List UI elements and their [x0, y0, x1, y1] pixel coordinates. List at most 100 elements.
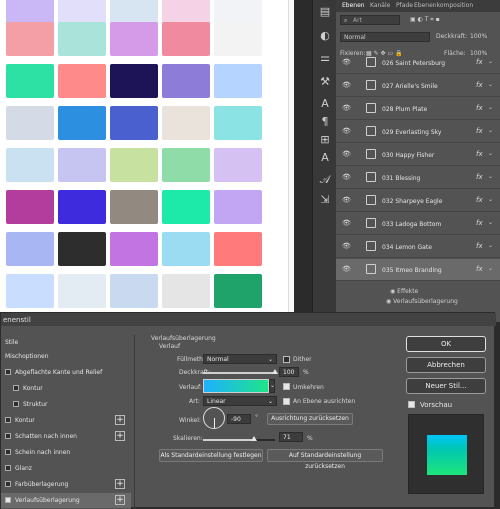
tab-layers[interactable]: Ebenen: [342, 2, 365, 9]
blend-select[interactable]: Normal ⌄: [203, 354, 277, 364]
gradient-swatch[interactable]: [58, 274, 106, 308]
sliders-icon[interactable]: ⚌: [317, 50, 333, 66]
ok-button[interactable]: OK: [406, 336, 486, 352]
layer-row[interactable]: 👁 031 Blessing fx ⌄: [336, 167, 500, 189]
gradient-swatch[interactable]: [6, 190, 54, 224]
reset-default-button[interactable]: Auf Standardeinstellung zurücksetzen: [267, 449, 383, 470]
paragraph-icon[interactable]: ¶: [317, 114, 333, 130]
gradient-swatch[interactable]: [214, 274, 262, 308]
gradient-swatch[interactable]: [6, 106, 54, 140]
gradient-swatch[interactable]: [214, 64, 262, 98]
style-checkbox[interactable]: [13, 401, 19, 407]
fx-icon[interactable]: fx: [476, 265, 483, 273]
opacity-slider[interactable]: [203, 369, 278, 374]
filter-icons[interactable]: ▣ ◐ T ⌗ ▪: [410, 16, 440, 24]
gradient-swatch[interactable]: [110, 106, 158, 140]
style-checkbox[interactable]: [5, 449, 11, 455]
blend-mode-select[interactable]: Normal: [340, 32, 430, 42]
scale-input[interactable]: 71: [279, 432, 303, 442]
gradient-swatch[interactable]: [6, 148, 54, 182]
add-icon[interactable]: +: [115, 415, 125, 425]
style-checkbox[interactable]: [5, 465, 11, 471]
gradient-swatch[interactable]: [214, 148, 262, 182]
scale-slider[interactable]: [203, 436, 275, 441]
tab-paths[interactable]: Pfade: [396, 2, 413, 9]
new-style-button[interactable]: Neuer Stil...: [406, 378, 486, 394]
gradient-swatch[interactable]: [6, 22, 54, 56]
gradient-swatch[interactable]: [214, 232, 262, 266]
visibility-eye-icon[interactable]: 👁: [342, 243, 352, 250]
chevron-icon[interactable]: ⌄: [488, 150, 493, 157]
chevron-icon[interactable]: ⌄: [488, 265, 493, 272]
chevron-icon[interactable]: ⌄: [488, 58, 493, 65]
visibility-eye-icon[interactable]: 👁: [342, 128, 352, 135]
gradient-swatch[interactable]: [162, 274, 210, 308]
chevron-icon[interactable]: ⌄: [488, 127, 493, 134]
set-default-button[interactable]: Als Standardeinstellung festlegen: [159, 449, 263, 462]
fx-icon[interactable]: fx: [476, 196, 483, 204]
style-item[interactable]: Abgeflachte Kante und Relief: [1, 365, 131, 380]
style-item[interactable]: Kontur: [1, 381, 131, 396]
fx-icon[interactable]: fx: [476, 242, 483, 250]
gradient-swatch[interactable]: [58, 232, 106, 266]
effect-item[interactable]: ◉ Verlaufsüberlagerung: [386, 298, 458, 305]
gradient-swatch[interactable]: [58, 148, 106, 182]
tab-comps[interactable]: Ebenenkomposition: [414, 2, 473, 9]
layers-icon[interactable]: ▤: [317, 4, 333, 20]
gradient-swatch[interactable]: [110, 0, 158, 24]
chevron-icon[interactable]: ⌄: [488, 173, 493, 180]
gradient-swatch[interactable]: [110, 22, 158, 56]
chevron-icon[interactable]: ⌄: [488, 196, 493, 203]
gradient-swatch[interactable]: [162, 64, 210, 98]
opacity-slider-thumb[interactable]: [272, 369, 278, 374]
angle-input[interactable]: -90: [227, 414, 251, 424]
gradient-swatch[interactable]: [162, 22, 210, 56]
gradient-swatch[interactable]: [110, 148, 158, 182]
visibility-eye-icon[interactable]: 👁: [342, 59, 352, 66]
gradient-swatch[interactable]: [162, 0, 210, 24]
visibility-eye-icon[interactable]: 👁: [342, 174, 352, 181]
style-item[interactable]: Schein nach innen: [1, 445, 131, 460]
gradient-swatch[interactable]: [214, 0, 262, 24]
gradient-swatch[interactable]: [162, 190, 210, 224]
font-icon[interactable]: 𝒜: [317, 172, 333, 188]
char-icon[interactable]: A: [317, 96, 333, 112]
fx-icon[interactable]: fx: [476, 58, 483, 66]
chevron-icon[interactable]: ⌄: [488, 81, 493, 88]
style-item[interactable]: Kontur +: [1, 413, 131, 428]
reverse-checkbox[interactable]: [283, 383, 290, 390]
chevron-icon[interactable]: ⌄: [488, 219, 493, 226]
gradient-swatch[interactable]: [162, 106, 210, 140]
reset-alignment-button[interactable]: Ausrichtung zurücksetzen: [267, 413, 353, 425]
dither-checkbox[interactable]: [283, 356, 290, 363]
gradient-dropdown[interactable]: ⌄: [269, 379, 275, 393]
gradient-swatch[interactable]: [110, 232, 158, 266]
gradient-swatch[interactable]: [6, 64, 54, 98]
gradient-swatch[interactable]: [6, 0, 54, 24]
fx-icon[interactable]: fx: [476, 219, 483, 227]
gradient-swatch[interactable]: [162, 148, 210, 182]
fx-icon[interactable]: fx: [476, 127, 483, 135]
style-checkbox[interactable]: [5, 481, 11, 487]
tab-channels[interactable]: Kanäle: [370, 2, 390, 9]
layer-row[interactable]: 👁 032 Sharpeye Eagle fx ⌄: [336, 190, 500, 212]
gradient-swatch[interactable]: [58, 22, 106, 56]
fx-icon[interactable]: fx: [476, 173, 483, 181]
gradient-swatch[interactable]: [110, 274, 158, 308]
align-checkbox[interactable]: [283, 398, 290, 405]
tools-icon[interactable]: ⚒: [317, 74, 333, 90]
opacity-input[interactable]: 100: [279, 367, 299, 377]
style-item[interactable]: Farbüberlagerung +: [1, 477, 131, 492]
chevron-icon[interactable]: ⌄: [488, 242, 493, 249]
layer-row[interactable]: 👁 028 Plum Plate fx ⌄: [336, 98, 500, 120]
visibility-eye-icon[interactable]: 👁: [342, 105, 352, 112]
add-icon[interactable]: +: [115, 431, 125, 441]
visibility-eye-icon[interactable]: 👁: [342, 220, 352, 227]
scale-slider-thumb[interactable]: [251, 436, 258, 441]
adjust-icon[interactable]: ◐: [317, 28, 333, 44]
style-item[interactable]: Struktur: [1, 397, 131, 412]
preview-checkbox[interactable]: [408, 401, 415, 408]
style-checkbox[interactable]: [5, 497, 11, 503]
style-checkbox[interactable]: [5, 433, 11, 439]
gradient-swatch[interactable]: [58, 190, 106, 224]
